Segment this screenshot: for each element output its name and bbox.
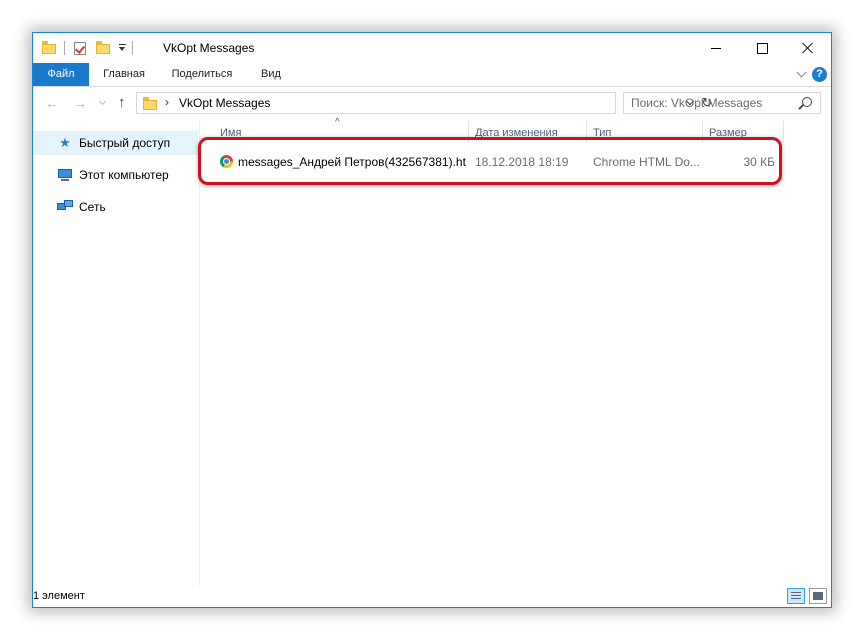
minimize-button[interactable] [693,33,739,63]
explorer-window: VkOpt Messages Файл Главная Поделиться В… [32,32,832,608]
title-bar: VkOpt Messages [33,33,831,63]
up-button[interactable]: ↑ [118,95,126,111]
ribbon-tabs: Файл Главная Поделиться Вид ? [33,63,831,87]
item-count: 1 элемент [33,590,85,602]
tab-file[interactable]: Файл [33,63,89,86]
status-bar: 1 элемент [33,586,831,607]
toolbar-separator [64,40,65,56]
sidebar-item-this-pc[interactable]: Этот компьютер [33,163,198,187]
address-bar[interactable]: › VkOpt Messages ↻ [136,92,712,114]
network-icon [57,199,73,215]
maximize-icon [756,42,768,54]
large-icons-view-icon[interactable] [809,588,827,604]
sidebar-item-label: Быстрый доступ [79,136,171,150]
highlight-annotation [198,137,782,185]
title-separator [132,40,133,56]
maximize-button[interactable] [739,33,785,63]
details-view-icon[interactable] [787,588,805,604]
computer-icon [57,167,73,183]
breadcrumb-separator[interactable]: › [165,95,169,109]
tab-share[interactable]: Поделиться [161,63,243,86]
search-input[interactable]: Поиск: VkOpt Messages [623,92,821,114]
navigation-pane: ★ Быстрый доступ Этот компьютер Сеть [33,121,200,586]
back-button[interactable]: ← [45,95,59,111]
customize-toolbar-icon[interactable] [118,40,127,56]
breadcrumb[interactable]: VkOpt Messages [179,96,270,110]
folder-icon [143,97,157,110]
close-icon [802,42,814,54]
minimize-icon [711,47,721,49]
sidebar-item-network[interactable]: Сеть [33,195,198,219]
close-button[interactable] [785,33,831,63]
new-folder-icon[interactable] [96,40,110,56]
expand-ribbon-icon[interactable] [796,67,807,78]
file-list: ^ Имя Дата изменения Тип Размер messages… [200,117,831,586]
column-divider[interactable] [783,121,784,143]
quick-access-folder-icon[interactable] [42,40,56,56]
navigation-bar: ← → ↑ › VkOpt Messages ↻ Поиск: VkOpt Me… [33,87,831,119]
help-icon[interactable]: ? [812,67,827,82]
forward-button[interactable]: → [73,95,87,111]
tab-view[interactable]: Вид [251,63,291,86]
tab-home[interactable]: Главная [93,63,155,86]
window-title: VkOpt Messages [163,41,255,55]
sidebar-item-label: Этот компьютер [79,168,169,182]
recent-locations-chevron-icon[interactable] [98,97,107,106]
search-placeholder: Поиск: VkOpt Messages [631,96,763,110]
star-icon: ★ [59,135,71,150]
sidebar-item-quick-access[interactable]: ★ Быстрый доступ [33,131,198,155]
sort-ascending-icon: ^ [335,117,340,128]
sidebar-item-label: Сеть [79,200,106,214]
properties-check-icon[interactable] [74,40,86,56]
search-icon[interactable] [802,97,812,107]
